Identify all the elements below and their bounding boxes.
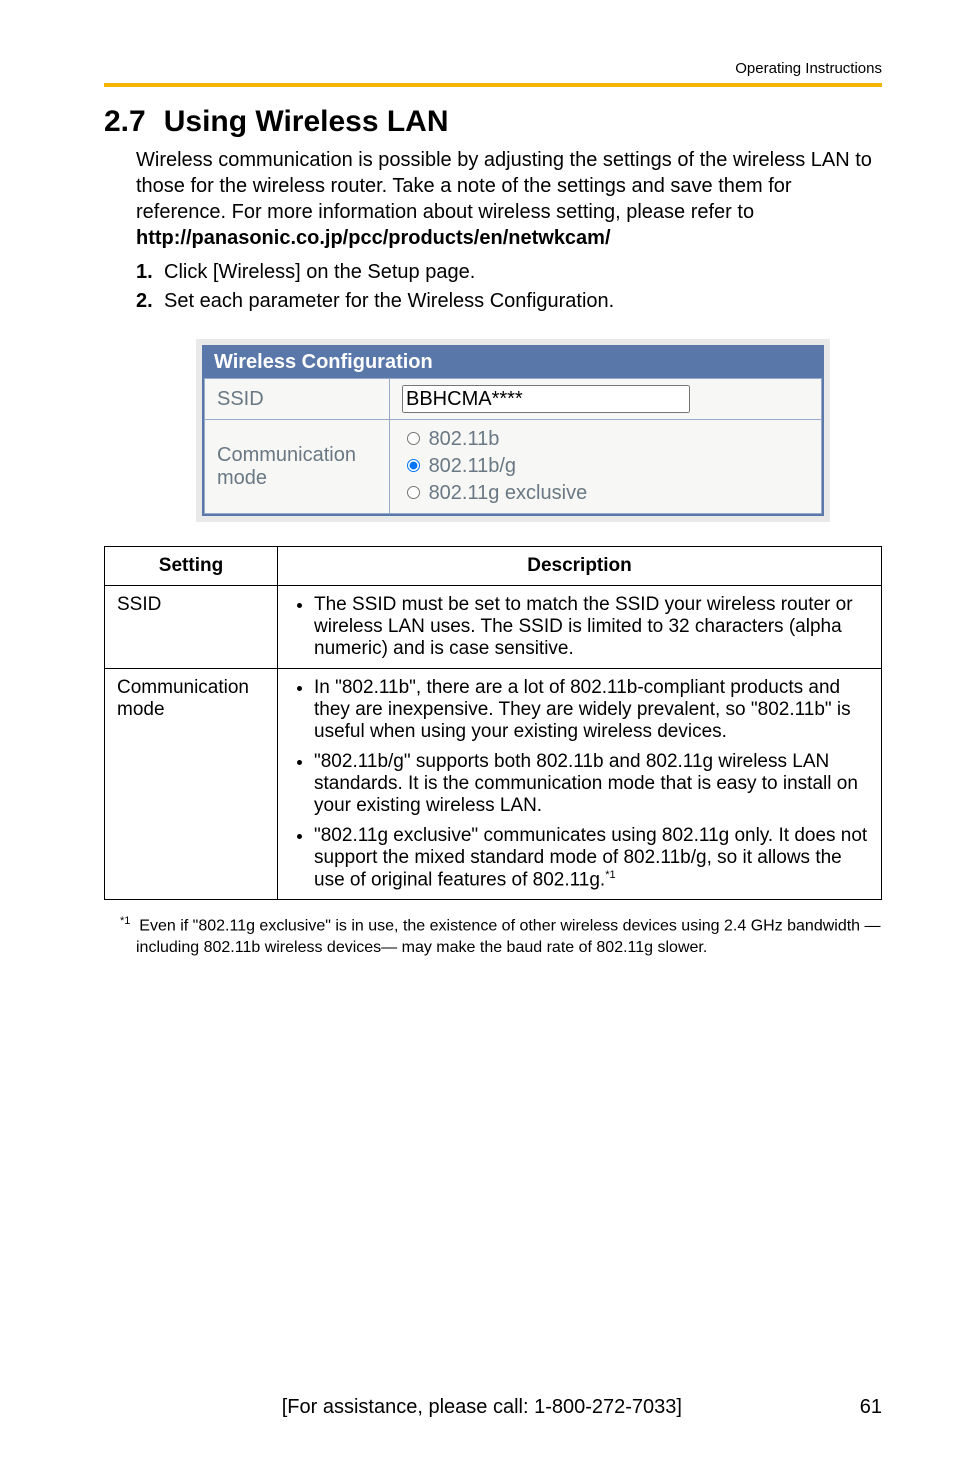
intro-text: Wireless communication is possible by ad…	[136, 149, 872, 223]
footnote: *1 Even if "802.11g exclusive" is in use…	[120, 914, 882, 959]
comm-mode-options: 802.11b 802.11b/g 802.11g exclusive	[390, 420, 822, 514]
comm-radio-0[interactable]	[407, 432, 420, 445]
comm-option-0-label: 802.11b	[429, 428, 500, 450]
row-1-bullet-1: "802.11b/g" supports both 802.11b and 80…	[314, 751, 869, 817]
row-1-bullet-2-sup: *1	[605, 869, 615, 881]
step-2-num: 2.	[136, 290, 164, 313]
comm-option-1[interactable]: 802.11b/g	[402, 455, 516, 477]
page-footer: [For assistance, please call: 1-800-272-…	[104, 1396, 882, 1419]
ssid-input[interactable]	[402, 385, 690, 413]
comm-mode-label: Communication mode	[205, 420, 390, 514]
row-0-bullet-0: The SSID must be set to match the SSID y…	[314, 594, 869, 660]
row-0-setting: SSID	[105, 586, 278, 669]
step-1: 1.Click [Wireless] on the Setup page.	[136, 261, 882, 284]
wireless-config-heading: Wireless Configuration	[204, 347, 822, 378]
table-row: Communication mode In "802.11b", there a…	[105, 669, 882, 900]
comm-option-1-label: 802.11b/g	[429, 455, 517, 477]
row-1-bullet-2: "802.11g exclusive" communicates using 8…	[314, 825, 869, 891]
section-title-text: Using Wireless LAN	[164, 105, 449, 138]
section-title: 2.7 Using Wireless LAN	[104, 105, 882, 139]
step-1-num: 1.	[136, 261, 164, 284]
row-1-setting: Communication mode	[105, 669, 278, 900]
section-number: 2.7	[104, 105, 146, 139]
steps-list: 1.Click [Wireless] on the Setup page. 2.…	[136, 261, 882, 319]
step-2: 2.Set each parameter for the Wireless Co…	[136, 290, 882, 313]
footnote-marker: *1	[120, 915, 130, 927]
table-row: SSID The SSID must be set to match the S…	[105, 586, 882, 669]
intro-link: http://panasonic.co.jp/pcc/products/en/n…	[136, 227, 611, 249]
footer-assist: [For assistance, please call: 1-800-272-…	[282, 1396, 682, 1419]
ssid-label: SSID	[205, 379, 390, 420]
comm-option-0[interactable]: 802.11b	[402, 428, 499, 450]
step-2-text: Set each parameter for the Wireless Conf…	[164, 290, 614, 312]
step-1-text: Click [Wireless] on the Setup page.	[164, 261, 475, 283]
comm-radio-1[interactable]	[407, 459, 420, 472]
comm-option-2[interactable]: 802.11g exclusive	[402, 482, 587, 504]
col-header-description: Description	[278, 547, 882, 586]
footnote-text: Even if "802.11g exclusive" is in use, t…	[136, 918, 881, 957]
col-header-setting: Setting	[105, 547, 278, 586]
description-table: Setting Description SSID The SSID must b…	[104, 546, 882, 900]
row-1-bullet-0: In "802.11b", there are a lot of 802.11b…	[314, 677, 869, 743]
comm-option-2-label: 802.11g exclusive	[429, 482, 588, 504]
comm-radio-2[interactable]	[407, 486, 420, 499]
wireless-config-panel: Wireless Configuration SSID Communicatio…	[196, 339, 830, 522]
header-rule	[104, 83, 882, 87]
footer-page-number: 61	[860, 1396, 882, 1419]
running-header: Operating Instructions	[104, 60, 882, 77]
intro-paragraph: Wireless communication is possible by ad…	[136, 147, 882, 251]
